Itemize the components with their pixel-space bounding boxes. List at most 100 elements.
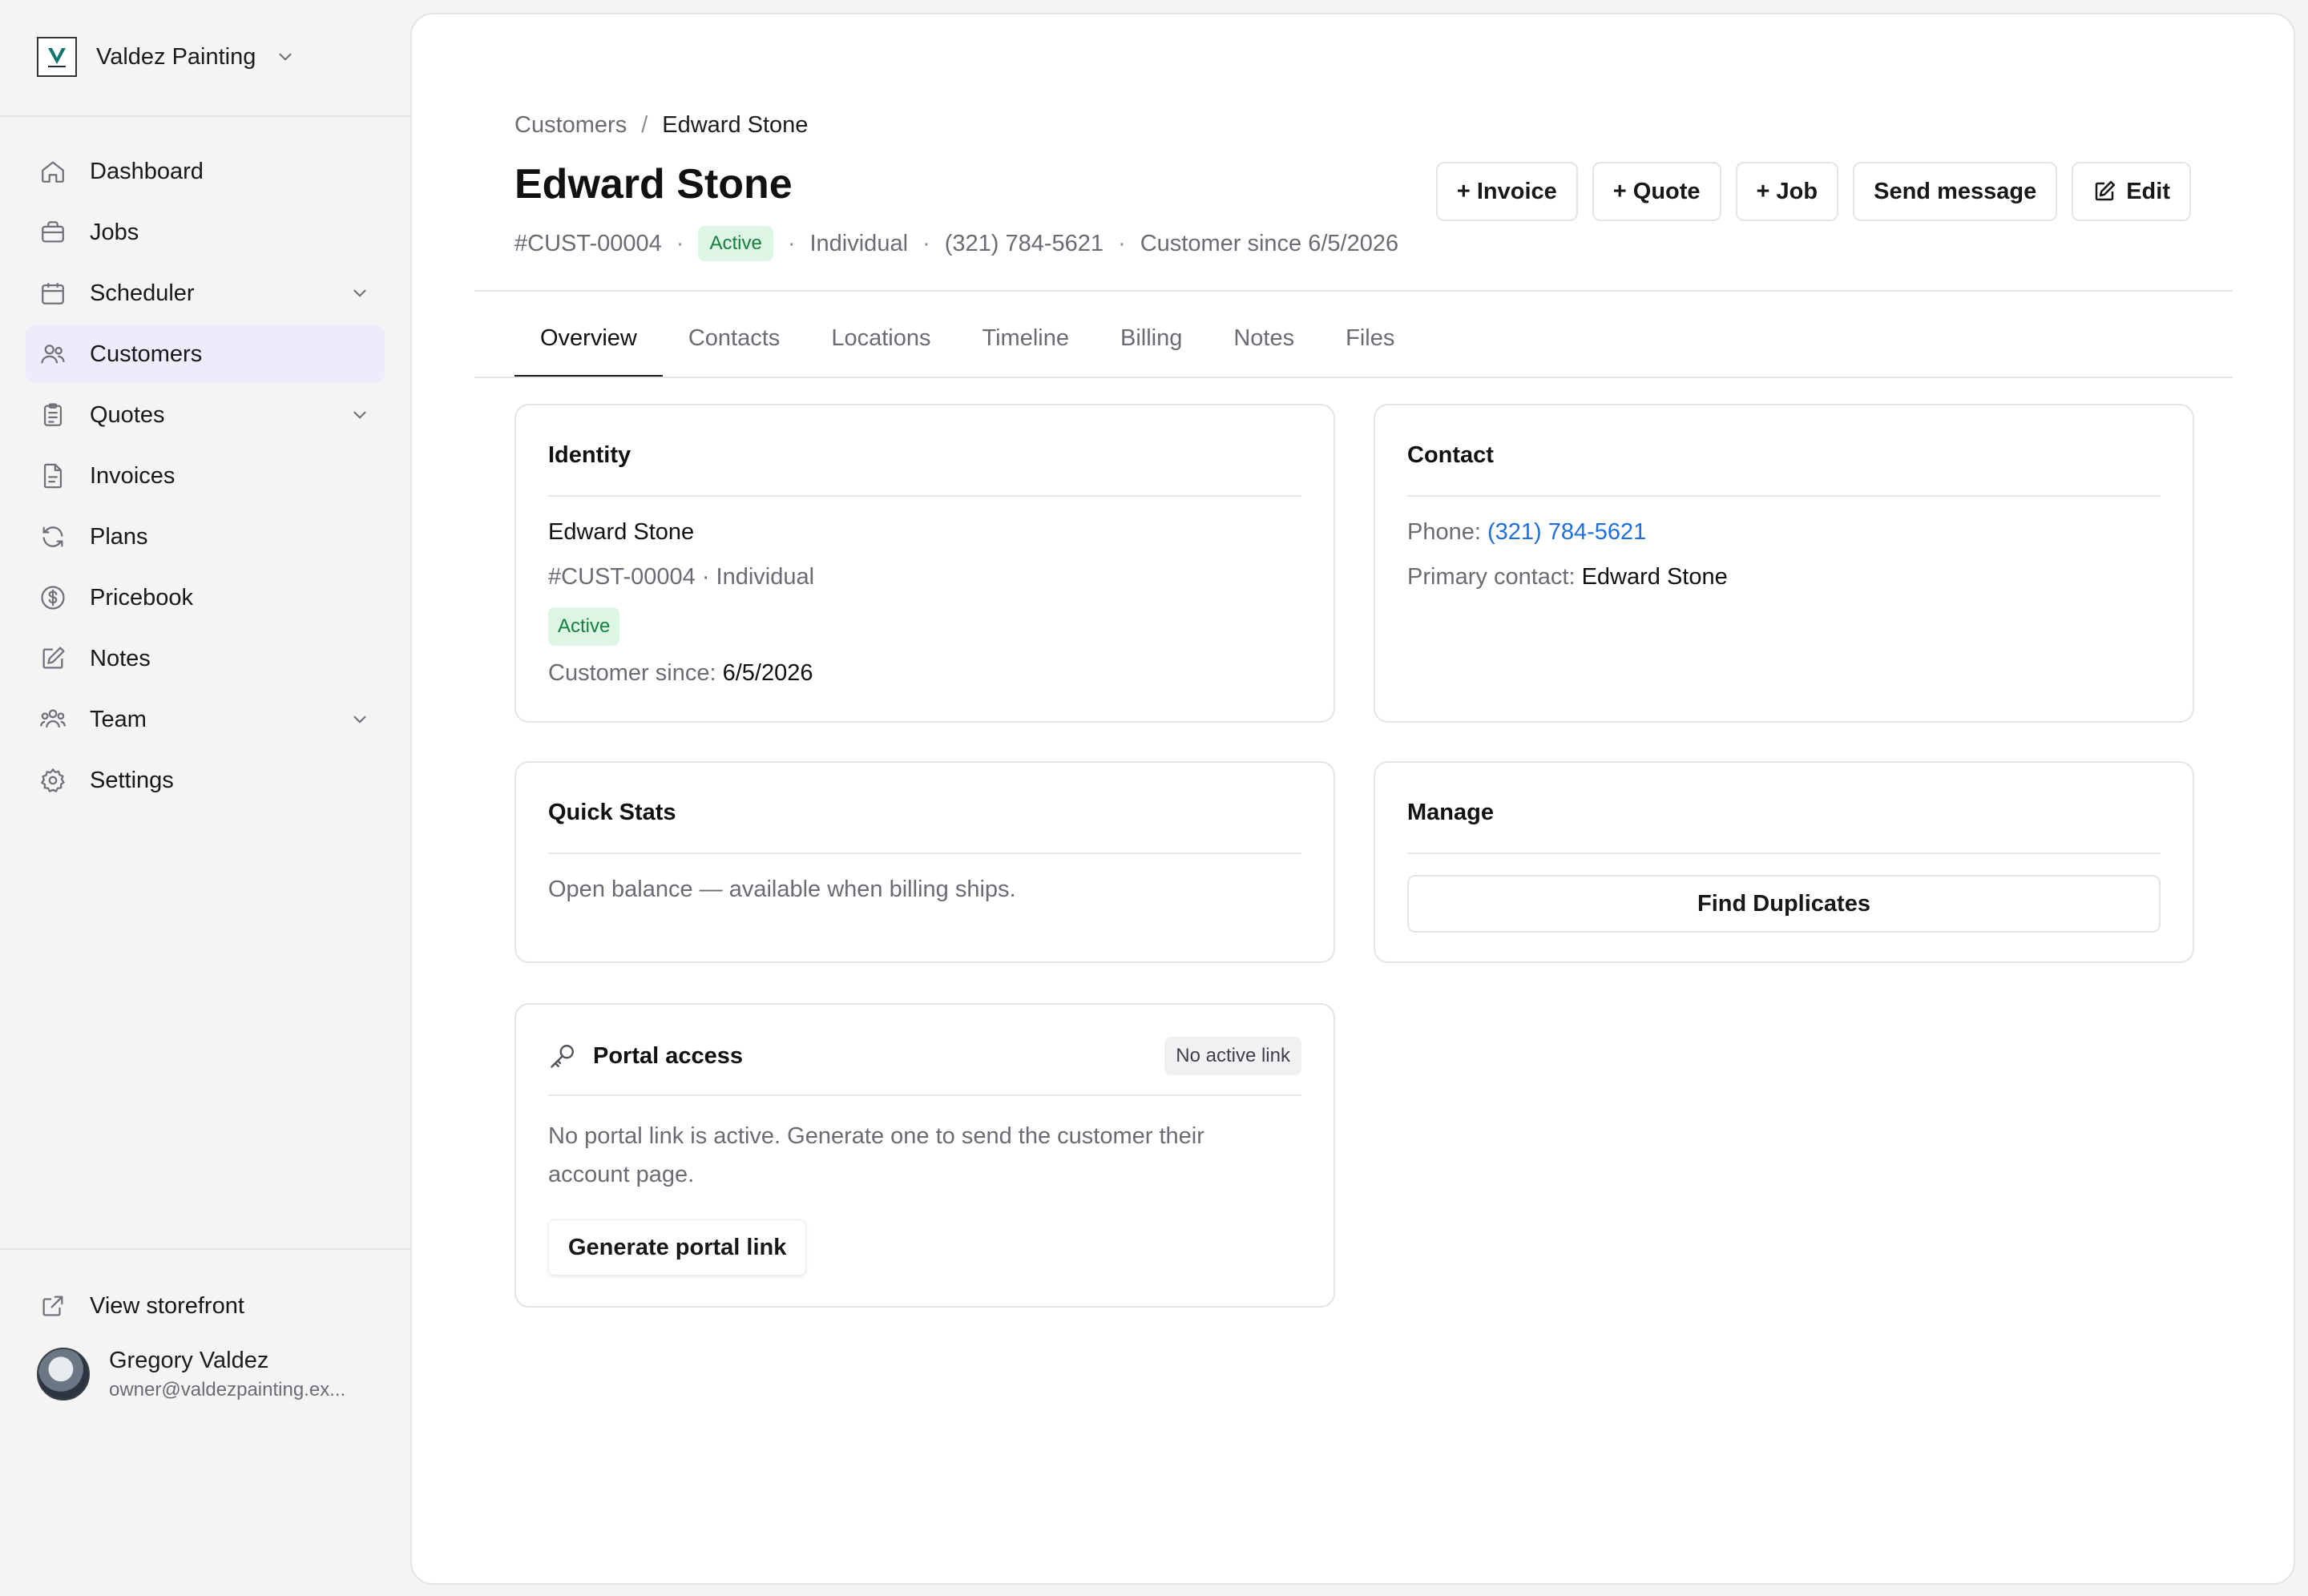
key-icon <box>551 1045 574 1068</box>
edit-button[interactable]: Edit <box>2072 162 2191 221</box>
breadcrumb-separator: / <box>641 112 648 138</box>
sidebar-item-jobs[interactable]: Jobs <box>26 204 385 261</box>
find-duplicates-button[interactable]: Find Duplicates <box>1407 875 2161 933</box>
tab-files[interactable]: Files <box>1320 306 1420 378</box>
sidebar-item-notes[interactable]: Notes <box>26 630 385 687</box>
portal-status-badge: No active link <box>1164 1037 1301 1075</box>
header-divider <box>474 290 2233 292</box>
customer-since: Customer since 6/5/2026 <box>1140 230 1399 256</box>
sidebar-item-pricebook[interactable]: Pricebook <box>26 569 385 627</box>
avatar <box>37 1348 90 1401</box>
chevron-down-icon <box>353 411 366 419</box>
tab-notes[interactable]: Notes <box>1208 306 1320 378</box>
org-name: Valdez Painting <box>96 43 256 70</box>
sidebar-nav: Dashboard Jobs Scheduler Customers Quote… <box>26 143 385 812</box>
tab-bar: Overview Contacts Locations Timeline Bil… <box>514 306 1420 378</box>
customer-meta: #CUST-00004 · Active · Individual · (321… <box>514 224 1398 263</box>
card-divider <box>548 1094 1301 1096</box>
sidebar-item-label: Team <box>90 706 147 732</box>
since-label: Customer since: <box>548 660 716 686</box>
sidebar-item-dashboard[interactable]: Dashboard <box>26 143 385 200</box>
card-divider <box>548 852 1301 854</box>
sidebar-item-invoices[interactable]: Invoices <box>26 447 385 505</box>
sidebar-item-quotes[interactable]: Quotes <box>26 386 385 444</box>
page-title: Edward Stone <box>514 161 793 208</box>
primary-contact-label: Primary contact: <box>1407 564 1576 590</box>
identity-id-type: #CUST-00004 · Individual <box>548 564 815 590</box>
chevron-down-icon <box>279 53 292 61</box>
sidebar-footer: View storefront <box>26 1277 385 1338</box>
sidebar-item-scheduler[interactable]: Scheduler <box>26 264 385 322</box>
home-icon <box>38 157 67 186</box>
view-storefront-link[interactable]: View storefront <box>26 1277 385 1335</box>
chevron-down-icon <box>353 715 366 723</box>
separator-dot: · <box>1118 230 1126 256</box>
calendar-icon <box>38 279 67 308</box>
contact-phone-row: Phone: (321) 784-5621 <box>1407 519 1646 546</box>
edit-label: Edit <box>2126 178 2170 204</box>
identity-name: Edward Stone <box>548 519 695 545</box>
add-invoice-button[interactable]: + Invoice <box>1435 162 1578 221</box>
status-badge: Active <box>698 226 773 261</box>
sidebar-item-label: Plans <box>90 523 148 550</box>
sidebar-divider <box>0 1248 410 1250</box>
sidebar-item-label: Customers <box>90 341 203 367</box>
card-title: Identity <box>548 442 631 468</box>
sidebar-item-settings[interactable]: Settings <box>26 752 385 809</box>
sidebar-item-label: Dashboard <box>90 158 204 184</box>
refresh-icon <box>38 522 67 551</box>
tab-contacts[interactable]: Contacts <box>663 306 805 378</box>
customer-phone: (321) 784-5621 <box>944 230 1104 256</box>
primary-contact-value: Edward Stone <box>1581 564 1728 590</box>
card-title: Portal access <box>593 1042 744 1069</box>
breadcrumb-customers-link[interactable]: Customers <box>514 112 627 139</box>
card-divider <box>1407 495 2161 497</box>
org-logo <box>37 37 77 77</box>
sidebar-item-label: Pricebook <box>90 584 193 611</box>
sidebar-divider <box>0 115 410 117</box>
users-icon <box>38 340 67 369</box>
external-link-icon <box>38 1292 67 1320</box>
add-job-button[interactable]: + Job <box>1735 162 1839 221</box>
sidebar-item-label: Invoices <box>90 462 176 489</box>
sidebar: Valdez Painting Dashboard Jobs Scheduler <box>0 0 410 1596</box>
identity-since: Customer since: 6/5/2026 <box>548 660 813 687</box>
tab-overview[interactable]: Overview <box>514 306 663 378</box>
clipboard-icon <box>38 401 67 429</box>
send-message-button[interactable]: Send message <box>1853 162 2058 221</box>
team-icon <box>38 705 67 734</box>
user-name: Gregory Valdez <box>109 1347 269 1373</box>
tab-locations[interactable]: Locations <box>805 306 956 378</box>
org-switcher[interactable]: Valdez Painting <box>37 37 296 77</box>
separator-dot: · <box>922 230 930 256</box>
breadcrumb-current: Edward Stone <box>662 112 809 138</box>
phone-link[interactable]: (321) 784-5621 <box>1487 519 1646 545</box>
edit-icon <box>2095 180 2116 201</box>
sidebar-item-plans[interactable]: Plans <box>26 508 385 566</box>
tab-timeline[interactable]: Timeline <box>956 306 1095 378</box>
identity-card: Identity Edward Stone #CUST-00004 · Indi… <box>514 404 1335 723</box>
sidebar-item-team[interactable]: Team <box>26 691 385 748</box>
file-icon <box>38 461 67 490</box>
add-quote-button[interactable]: + Quote <box>1592 162 1721 221</box>
valdez-logo-icon <box>48 48 66 67</box>
contact-card: Contact Phone: (321) 784-5621 Primary co… <box>1374 404 2194 723</box>
card-title: Manage <box>1407 800 1494 825</box>
since-value: 6/5/2026 <box>722 660 813 686</box>
tabs-divider <box>474 377 2233 378</box>
breadcrumb: Customers / Edward Stone <box>514 112 808 139</box>
generate-portal-link-button[interactable]: Generate portal link <box>548 1219 807 1276</box>
status-badge: Active <box>548 607 620 646</box>
tab-billing[interactable]: Billing <box>1095 306 1208 378</box>
user-email: owner@valdezpainting.ex... <box>109 1378 346 1401</box>
briefcase-icon <box>38 218 67 247</box>
quick-stats-text: Open balance — available when billing sh… <box>548 877 1016 902</box>
sidebar-item-label: Jobs <box>90 219 139 245</box>
portal-access-card: Portal access No active link No portal l… <box>514 1003 1335 1308</box>
sidebar-item-customers[interactable]: Customers <box>26 325 385 383</box>
sidebar-item-label: Notes <box>90 645 151 671</box>
phone-label: Phone: <box>1407 519 1481 545</box>
sidebar-item-label: Scheduler <box>90 280 195 306</box>
storefront-label: View storefront <box>90 1292 244 1319</box>
user-menu[interactable]: Gregory Valdez owner@valdezpainting.ex..… <box>37 1346 345 1402</box>
